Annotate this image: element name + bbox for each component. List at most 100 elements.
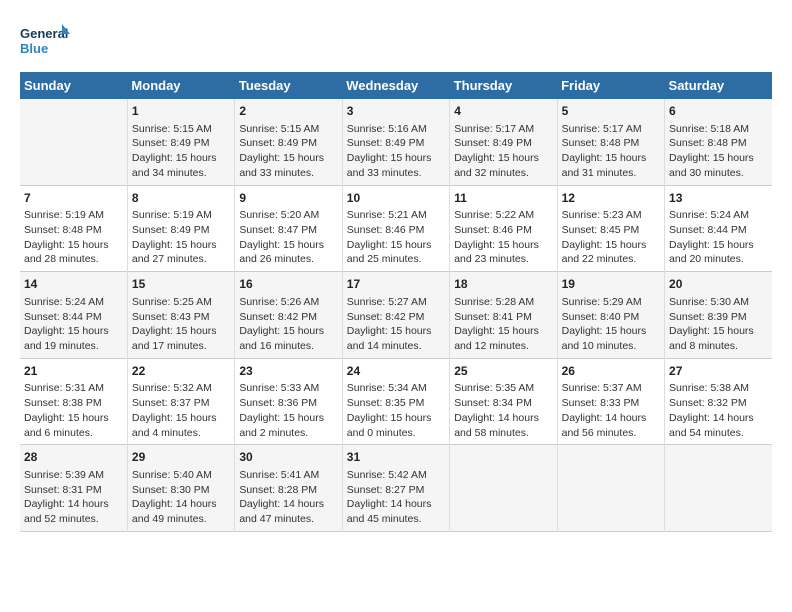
cell-sun-info: Sunrise: 5:28 AMSunset: 8:41 PMDaylight:… xyxy=(454,295,552,354)
day-number: 30 xyxy=(239,449,337,466)
week-row-2: 7 Sunrise: 5:19 AMSunset: 8:48 PMDayligh… xyxy=(20,185,772,272)
calendar-cell: 18 Sunrise: 5:28 AMSunset: 8:41 PMDaylig… xyxy=(450,272,557,359)
day-number: 5 xyxy=(562,103,660,120)
cell-sun-info: Sunrise: 5:42 AMSunset: 8:27 PMDaylight:… xyxy=(347,468,445,527)
calendar-cell: 13 Sunrise: 5:24 AMSunset: 8:44 PMDaylig… xyxy=(665,185,772,272)
cell-sun-info: Sunrise: 5:23 AMSunset: 8:45 PMDaylight:… xyxy=(562,208,660,267)
cell-sun-info: Sunrise: 5:39 AMSunset: 8:31 PMDaylight:… xyxy=(24,468,123,527)
week-row-1: 1 Sunrise: 5:15 AMSunset: 8:49 PMDayligh… xyxy=(20,99,772,185)
day-number: 13 xyxy=(669,190,768,207)
calendar-cell: 14 Sunrise: 5:24 AMSunset: 8:44 PMDaylig… xyxy=(20,272,127,359)
calendar-cell: 5 Sunrise: 5:17 AMSunset: 8:48 PMDayligh… xyxy=(557,99,664,185)
cell-sun-info: Sunrise: 5:19 AMSunset: 8:49 PMDaylight:… xyxy=(132,208,230,267)
calendar-cell: 23 Sunrise: 5:33 AMSunset: 8:36 PMDaylig… xyxy=(235,358,342,445)
day-number: 31 xyxy=(347,449,445,466)
day-number: 6 xyxy=(669,103,768,120)
calendar-cell: 9 Sunrise: 5:20 AMSunset: 8:47 PMDayligh… xyxy=(235,185,342,272)
cell-sun-info: Sunrise: 5:24 AMSunset: 8:44 PMDaylight:… xyxy=(24,295,123,354)
cell-sun-info: Sunrise: 5:18 AMSunset: 8:48 PMDaylight:… xyxy=(669,122,768,181)
calendar-cell: 29 Sunrise: 5:40 AMSunset: 8:30 PMDaylig… xyxy=(127,445,234,532)
cell-sun-info: Sunrise: 5:37 AMSunset: 8:33 PMDaylight:… xyxy=(562,381,660,440)
week-row-5: 28 Sunrise: 5:39 AMSunset: 8:31 PMDaylig… xyxy=(20,445,772,532)
cell-sun-info: Sunrise: 5:17 AMSunset: 8:49 PMDaylight:… xyxy=(454,122,552,181)
day-number: 18 xyxy=(454,276,552,293)
day-number: 23 xyxy=(239,363,337,380)
week-row-4: 21 Sunrise: 5:31 AMSunset: 8:38 PMDaylig… xyxy=(20,358,772,445)
calendar-cell: 27 Sunrise: 5:38 AMSunset: 8:32 PMDaylig… xyxy=(665,358,772,445)
day-number: 4 xyxy=(454,103,552,120)
calendar-table: SundayMondayTuesdayWednesdayThursdayFrid… xyxy=(20,72,772,532)
day-number: 9 xyxy=(239,190,337,207)
calendar-cell: 6 Sunrise: 5:18 AMSunset: 8:48 PMDayligh… xyxy=(665,99,772,185)
cell-sun-info: Sunrise: 5:15 AMSunset: 8:49 PMDaylight:… xyxy=(239,122,337,181)
day-number: 2 xyxy=(239,103,337,120)
day-number: 29 xyxy=(132,449,230,466)
day-number: 27 xyxy=(669,363,768,380)
day-number: 8 xyxy=(132,190,230,207)
column-header-friday: Friday xyxy=(557,72,664,99)
calendar-cell: 15 Sunrise: 5:25 AMSunset: 8:43 PMDaylig… xyxy=(127,272,234,359)
column-header-monday: Monday xyxy=(127,72,234,99)
svg-text:General: General xyxy=(20,26,68,41)
day-number: 19 xyxy=(562,276,660,293)
calendar-cell: 7 Sunrise: 5:19 AMSunset: 8:48 PMDayligh… xyxy=(20,185,127,272)
column-header-thursday: Thursday xyxy=(450,72,557,99)
cell-sun-info: Sunrise: 5:35 AMSunset: 8:34 PMDaylight:… xyxy=(454,381,552,440)
day-number: 22 xyxy=(132,363,230,380)
calendar-cell: 21 Sunrise: 5:31 AMSunset: 8:38 PMDaylig… xyxy=(20,358,127,445)
day-number: 28 xyxy=(24,449,123,466)
day-number: 12 xyxy=(562,190,660,207)
cell-sun-info: Sunrise: 5:17 AMSunset: 8:48 PMDaylight:… xyxy=(562,122,660,181)
day-number: 25 xyxy=(454,363,552,380)
day-number: 24 xyxy=(347,363,445,380)
calendar-cell xyxy=(665,445,772,532)
cell-sun-info: Sunrise: 5:22 AMSunset: 8:46 PMDaylight:… xyxy=(454,208,552,267)
cell-sun-info: Sunrise: 5:41 AMSunset: 8:28 PMDaylight:… xyxy=(239,468,337,527)
cell-sun-info: Sunrise: 5:20 AMSunset: 8:47 PMDaylight:… xyxy=(239,208,337,267)
day-number: 11 xyxy=(454,190,552,207)
day-number: 15 xyxy=(132,276,230,293)
svg-text:Blue: Blue xyxy=(20,41,48,56)
calendar-cell: 30 Sunrise: 5:41 AMSunset: 8:28 PMDaylig… xyxy=(235,445,342,532)
calendar-cell: 4 Sunrise: 5:17 AMSunset: 8:49 PMDayligh… xyxy=(450,99,557,185)
cell-sun-info: Sunrise: 5:21 AMSunset: 8:46 PMDaylight:… xyxy=(347,208,445,267)
calendar-cell: 25 Sunrise: 5:35 AMSunset: 8:34 PMDaylig… xyxy=(450,358,557,445)
header-row: SundayMondayTuesdayWednesdayThursdayFrid… xyxy=(20,72,772,99)
cell-sun-info: Sunrise: 5:25 AMSunset: 8:43 PMDaylight:… xyxy=(132,295,230,354)
cell-sun-info: Sunrise: 5:40 AMSunset: 8:30 PMDaylight:… xyxy=(132,468,230,527)
week-row-3: 14 Sunrise: 5:24 AMSunset: 8:44 PMDaylig… xyxy=(20,272,772,359)
day-number: 20 xyxy=(669,276,768,293)
day-number: 21 xyxy=(24,363,123,380)
cell-sun-info: Sunrise: 5:15 AMSunset: 8:49 PMDaylight:… xyxy=(132,122,230,181)
cell-sun-info: Sunrise: 5:24 AMSunset: 8:44 PMDaylight:… xyxy=(669,208,768,267)
day-number: 1 xyxy=(132,103,230,120)
calendar-cell: 3 Sunrise: 5:16 AMSunset: 8:49 PMDayligh… xyxy=(342,99,449,185)
day-number: 16 xyxy=(239,276,337,293)
calendar-cell: 28 Sunrise: 5:39 AMSunset: 8:31 PMDaylig… xyxy=(20,445,127,532)
calendar-cell: 20 Sunrise: 5:30 AMSunset: 8:39 PMDaylig… xyxy=(665,272,772,359)
cell-sun-info: Sunrise: 5:38 AMSunset: 8:32 PMDaylight:… xyxy=(669,381,768,440)
calendar-cell: 22 Sunrise: 5:32 AMSunset: 8:37 PMDaylig… xyxy=(127,358,234,445)
calendar-cell xyxy=(450,445,557,532)
cell-sun-info: Sunrise: 5:16 AMSunset: 8:49 PMDaylight:… xyxy=(347,122,445,181)
day-number: 7 xyxy=(24,190,123,207)
calendar-cell: 17 Sunrise: 5:27 AMSunset: 8:42 PMDaylig… xyxy=(342,272,449,359)
day-number: 26 xyxy=(562,363,660,380)
day-number: 10 xyxy=(347,190,445,207)
cell-sun-info: Sunrise: 5:31 AMSunset: 8:38 PMDaylight:… xyxy=(24,381,123,440)
cell-sun-info: Sunrise: 5:30 AMSunset: 8:39 PMDaylight:… xyxy=(669,295,768,354)
calendar-cell xyxy=(20,99,127,185)
calendar-cell: 31 Sunrise: 5:42 AMSunset: 8:27 PMDaylig… xyxy=(342,445,449,532)
column-header-wednesday: Wednesday xyxy=(342,72,449,99)
logo: General Blue xyxy=(20,20,70,62)
day-number: 17 xyxy=(347,276,445,293)
calendar-cell: 1 Sunrise: 5:15 AMSunset: 8:49 PMDayligh… xyxy=(127,99,234,185)
calendar-cell: 26 Sunrise: 5:37 AMSunset: 8:33 PMDaylig… xyxy=(557,358,664,445)
column-header-tuesday: Tuesday xyxy=(235,72,342,99)
column-header-sunday: Sunday xyxy=(20,72,127,99)
cell-sun-info: Sunrise: 5:19 AMSunset: 8:48 PMDaylight:… xyxy=(24,208,123,267)
calendar-cell: 12 Sunrise: 5:23 AMSunset: 8:45 PMDaylig… xyxy=(557,185,664,272)
cell-sun-info: Sunrise: 5:29 AMSunset: 8:40 PMDaylight:… xyxy=(562,295,660,354)
calendar-cell: 8 Sunrise: 5:19 AMSunset: 8:49 PMDayligh… xyxy=(127,185,234,272)
cell-sun-info: Sunrise: 5:33 AMSunset: 8:36 PMDaylight:… xyxy=(239,381,337,440)
